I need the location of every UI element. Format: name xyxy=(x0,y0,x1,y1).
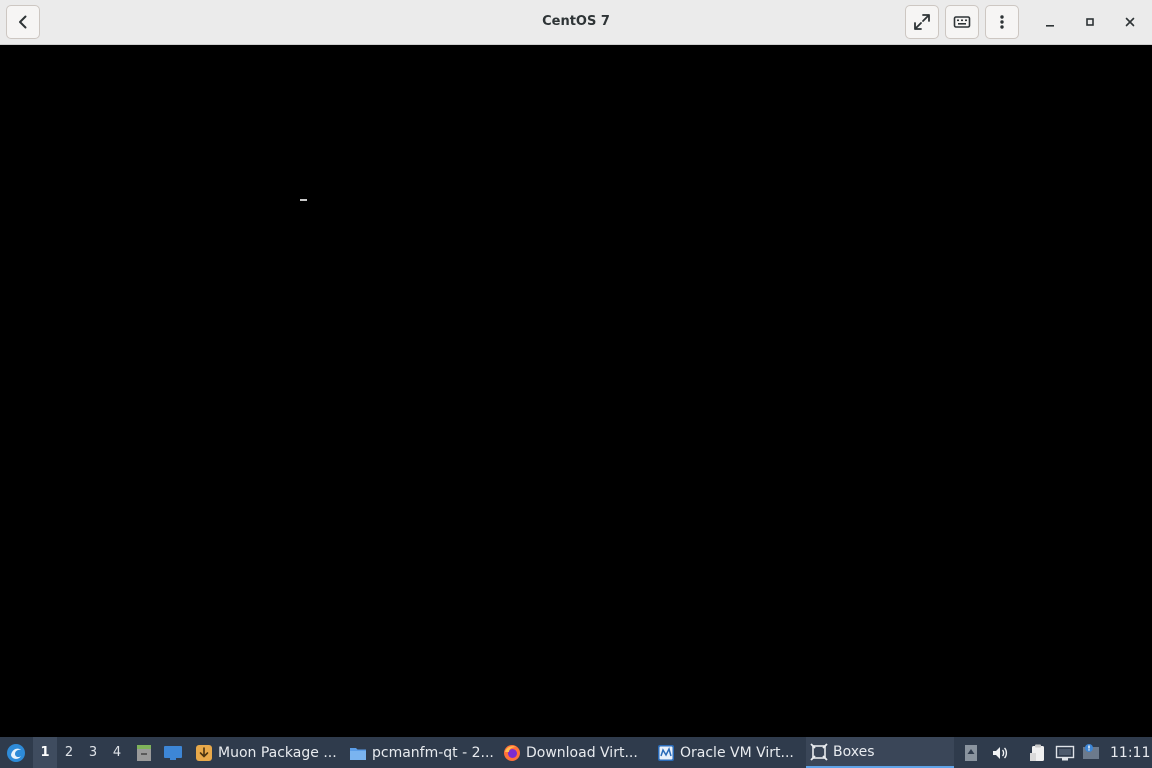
show-desktop-icon xyxy=(164,745,182,760)
boxes-icon xyxy=(810,742,828,761)
package-icon xyxy=(196,744,212,761)
task-label: Boxes xyxy=(833,743,875,760)
notification-tray-button[interactable] xyxy=(1080,737,1102,768)
menu-button[interactable] xyxy=(985,5,1019,39)
task-virtualbox[interactable]: Oracle VM Virt... xyxy=(653,737,803,768)
quicklaunch-show-desktop[interactable] xyxy=(162,737,184,768)
task-pcmanfm[interactable]: pcmanfm-qt - 2... xyxy=(345,737,495,768)
firefox-icon xyxy=(504,744,520,761)
task-muon-package[interactable]: Muon Package ... xyxy=(191,737,341,768)
fullscreen-icon xyxy=(914,14,930,30)
headerbar: CentOS 7 xyxy=(0,0,1152,45)
task-firefox[interactable]: Download Virt... xyxy=(499,737,649,768)
folder-icon xyxy=(350,747,366,760)
window-title: CentOS 7 xyxy=(542,14,610,29)
notification-icon xyxy=(1083,743,1099,759)
vm-display[interactable] xyxy=(0,45,1152,737)
keyboard-icon xyxy=(953,16,971,28)
task-label: pcmanfm-qt - 2... xyxy=(372,744,494,761)
clipboard-icon xyxy=(1030,744,1044,761)
kebab-menu-icon xyxy=(1000,15,1004,29)
lxqt-logo-icon xyxy=(7,743,25,762)
close-button[interactable] xyxy=(1113,5,1147,39)
desktop-1-button[interactable]: 1 xyxy=(33,737,57,768)
tray-expand-button[interactable] xyxy=(963,737,979,768)
task-label: Download Virt... xyxy=(526,744,638,761)
volume-button[interactable] xyxy=(990,737,1010,768)
clock[interactable]: 11:11 xyxy=(1110,737,1150,768)
maximize-button[interactable] xyxy=(1073,5,1107,39)
minimize-icon xyxy=(1046,25,1054,27)
network-tray-button[interactable] xyxy=(1054,737,1076,768)
taskbar: 1 2 3 4 Muon Package ... pcmanfm-qt - 2.… xyxy=(0,737,1152,768)
clipboard-tray-button[interactable] xyxy=(1027,737,1049,768)
tray-up-arrow-icon xyxy=(965,744,977,761)
application-menu-button[interactable] xyxy=(4,737,28,768)
file-cabinet-icon xyxy=(137,744,151,761)
keyboard-button[interactable] xyxy=(945,5,979,39)
text-cursor xyxy=(300,199,307,201)
task-boxes[interactable]: Boxes xyxy=(806,737,954,768)
minimize-button[interactable] xyxy=(1033,5,1067,39)
desktop-4-button[interactable]: 4 xyxy=(105,737,129,768)
network-icon xyxy=(1055,745,1075,760)
close-icon xyxy=(1125,17,1135,27)
maximize-icon xyxy=(1086,18,1094,26)
task-label: Muon Package ... xyxy=(218,744,337,761)
task-label: Oracle VM Virt... xyxy=(680,744,794,761)
speaker-icon xyxy=(993,746,1008,759)
fullscreen-button[interactable] xyxy=(905,5,939,39)
quicklaunch-file-manager[interactable] xyxy=(134,737,154,768)
desktop-2-button[interactable]: 2 xyxy=(57,737,81,768)
back-button[interactable] xyxy=(6,5,40,39)
chevron-left-icon xyxy=(19,15,27,29)
virtualbox-icon xyxy=(658,744,674,761)
desktop-3-button[interactable]: 3 xyxy=(81,737,105,768)
